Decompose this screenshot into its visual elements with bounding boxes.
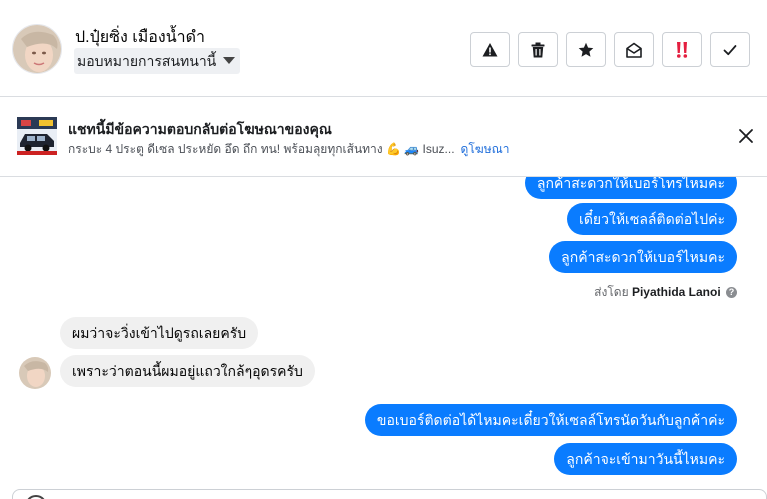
- outgoing-message[interactable]: ลูกค้าสะดวกให้เบอร์ไหมคะ: [549, 241, 737, 273]
- outgoing-message[interactable]: ลูกค้าจะเข้ามาวันนี้ไหมคะ: [554, 443, 737, 475]
- star-icon: [578, 42, 594, 57]
- message-composer[interactable]: [12, 489, 767, 499]
- conversation-header: ป.ปุ๋ยซิ่ง เมืองน้ำดำ มอบหมายการสนทนานี้: [0, 0, 767, 97]
- close-icon: [739, 129, 753, 143]
- incoming-message[interactable]: เพราะว่าตอนนี้ผมอยู่แถวใกล้ๆอุดรครับ: [60, 355, 315, 387]
- conversation-actions: [470, 32, 750, 67]
- outgoing-message[interactable]: ลูกค้าสะดวกให้เบอร์โทรไหมคะ: [524, 177, 737, 199]
- mark-unread-button[interactable]: [614, 32, 654, 67]
- ad-description: กระบะ 4 ประตู ดีเซล ประหยัด อึด ถึก ทน! …: [68, 142, 455, 156]
- trash-icon: [531, 42, 545, 57]
- ad-banner-subtitle: กระบะ 4 ประตู ดีเซล ประหยัด อึด ถึก ทน! …: [68, 140, 509, 159]
- view-ad-link[interactable]: ดูโฆษณา: [461, 142, 510, 156]
- incoming-message[interactable]: ผมว่าจะวิ่งเข้าไปดูรถเลยครับ: [60, 317, 259, 349]
- checkmark-icon: [723, 44, 737, 55]
- sender-name: Piyathida Lanoi: [631, 285, 721, 299]
- sent-by-prefix: ส่งโดย: [594, 285, 629, 299]
- follow-up-button[interactable]: [662, 32, 702, 67]
- mark-done-button[interactable]: [710, 32, 750, 67]
- ad-reply-banner: แชทนี้มีข้อความตอบกลับต่อโฆษณาของคุณ กระ…: [0, 97, 767, 177]
- assign-label: มอบหมายการสนทนานี้: [77, 53, 217, 69]
- contact-name: ป.ปุ๋ยซิ่ง เมืองน้ำดำ: [75, 29, 205, 46]
- double-exclamation-icon: [677, 41, 688, 58]
- outgoing-message[interactable]: เดี๋ยวให้เซลล์ติดต่อไปค่ะ: [567, 203, 737, 235]
- info-icon[interactable]: ?: [726, 287, 737, 299]
- contact-avatar[interactable]: [12, 24, 62, 74]
- spam-button[interactable]: [470, 32, 510, 67]
- user-icon: [25, 495, 47, 499]
- warning-icon: [482, 42, 498, 56]
- star-button[interactable]: [566, 32, 606, 67]
- delete-button[interactable]: [518, 32, 558, 67]
- ad-thumbnail[interactable]: [17, 117, 57, 155]
- ad-banner-title: แชทนี้มีข้อความตอบกลับต่อโฆษณาของคุณ: [68, 121, 332, 137]
- message-thread[interactable]: ลูกค้าสะดวกให้เบอร์โทรไหมคะ เดี๋ยวให้เซล…: [0, 177, 767, 489]
- close-banner-button[interactable]: [737, 127, 755, 145]
- envelope-open-icon: [626, 42, 642, 58]
- outgoing-message[interactable]: ขอเบอร์ติดต่อได้ไหมคะเดี๋ยวให้เซลล์โทรนั…: [364, 404, 737, 436]
- sent-by-label: ส่งโดย Piyathida Lanoi ?: [594, 283, 737, 302]
- caret-down-icon: [223, 57, 236, 64]
- contact-avatar-small: [19, 357, 51, 389]
- assign-conversation-dropdown[interactable]: มอบหมายการสนทนานี้: [74, 48, 241, 74]
